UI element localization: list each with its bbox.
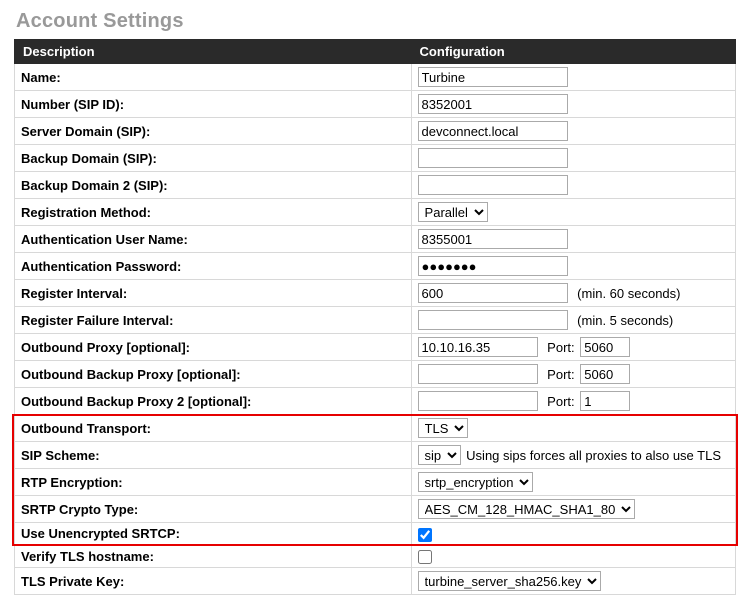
out-backup-proxy2-port-input[interactable] [580,391,630,411]
label-reg-fail-interval: Register Failure Interval: [15,307,412,334]
reg-interval-input[interactable] [418,283,568,303]
label-number: Number (SIP ID): [15,91,412,118]
out-proxy-input[interactable] [418,337,538,357]
port-label: Port: [547,367,574,382]
row-sip-scheme: SIP Scheme: sip Using sips forces all pr… [15,442,736,469]
auth-user-input[interactable] [418,229,568,249]
row-tls-key: TLS Private Key: turbine_server_sha256.k… [15,568,736,595]
label-backup-domain2: Backup Domain 2 (SIP): [15,172,412,199]
reg-fail-interval-hint: (min. 5 seconds) [577,313,673,328]
port-label: Port: [547,340,574,355]
label-auth-pass: Authentication Password: [15,253,412,280]
port-label: Port: [547,394,574,409]
name-input[interactable] [418,67,568,87]
out-backup-proxy-port-input[interactable] [580,364,630,384]
label-srtp-crypto: SRTP Crypto Type: [15,496,412,523]
row-reg-method: Registration Method: Parallel [15,199,736,226]
verify-tls-checkbox[interactable] [418,550,432,564]
reg-interval-hint: (min. 60 seconds) [577,286,680,301]
sip-scheme-hint: Using sips forces all proxies to also us… [466,448,721,463]
label-verify-tls: Verify TLS hostname: [15,545,412,568]
label-tls-key: TLS Private Key: [15,568,412,595]
label-reg-interval: Register Interval: [15,280,412,307]
row-name: Name: [15,64,736,91]
reg-method-select[interactable]: Parallel [418,202,488,222]
label-rtp-enc: RTP Encryption: [15,469,412,496]
page-title: Account Settings [16,10,736,33]
row-out-backup-proxy: Outbound Backup Proxy [optional]: Port: [15,361,736,388]
row-verify-tls: Verify TLS hostname: [15,545,736,568]
sip-scheme-select[interactable]: sip [418,445,461,465]
header-description: Description [15,40,412,64]
out-backup-proxy-input[interactable] [418,364,538,384]
row-out-proxy: Outbound Proxy [optional]: Port: [15,334,736,361]
row-srtp-crypto: SRTP Crypto Type: AES_CM_128_HMAC_SHA1_8… [15,496,736,523]
tls-key-select[interactable]: turbine_server_sha256.key [418,571,601,591]
label-out-backup-proxy: Outbound Backup Proxy [optional]: [15,361,412,388]
srtp-crypto-select[interactable]: AES_CM_128_HMAC_SHA1_80 [418,499,635,519]
label-out-backup-proxy2: Outbound Backup Proxy 2 [optional]: [15,388,412,415]
label-auth-user: Authentication User Name: [15,226,412,253]
row-rtp-enc: RTP Encryption: srtp_encryption [15,469,736,496]
label-server-domain: Server Domain (SIP): [15,118,412,145]
label-name: Name: [15,64,412,91]
label-sip-scheme: SIP Scheme: [15,442,412,469]
row-backup-domain2: Backup Domain 2 (SIP): [15,172,736,199]
row-auth-user: Authentication User Name: [15,226,736,253]
auth-pass-input[interactable] [418,256,568,276]
server-domain-input[interactable] [418,121,568,141]
label-out-transport: Outbound Transport: [15,415,412,442]
row-backup-domain: Backup Domain (SIP): [15,145,736,172]
number-input[interactable] [418,94,568,114]
row-unenc-srtcp: Use Unencrypted SRTCP: [15,523,736,546]
row-auth-pass: Authentication Password: [15,253,736,280]
row-number: Number (SIP ID): [15,91,736,118]
backup-domain2-input[interactable] [418,175,568,195]
label-backup-domain: Backup Domain (SIP): [15,145,412,172]
reg-fail-interval-input[interactable] [418,310,568,330]
row-out-backup-proxy2: Outbound Backup Proxy 2 [optional]: Port… [15,388,736,415]
label-out-proxy: Outbound Proxy [optional]: [15,334,412,361]
label-reg-method: Registration Method: [15,199,412,226]
backup-domain-input[interactable] [418,148,568,168]
label-unenc-srtcp: Use Unencrypted SRTCP: [15,523,412,546]
row-server-domain: Server Domain (SIP): [15,118,736,145]
out-proxy-port-input[interactable] [580,337,630,357]
out-backup-proxy2-input[interactable] [418,391,538,411]
out-transport-select[interactable]: TLS [418,418,468,438]
row-reg-interval: Register Interval: (min. 60 seconds) [15,280,736,307]
row-out-transport: Outbound Transport: TLS [15,415,736,442]
row-reg-fail-interval: Register Failure Interval: (min. 5 secon… [15,307,736,334]
header-configuration: Configuration [411,40,735,64]
settings-table: Description Configuration Name: Number (… [14,39,736,595]
rtp-enc-select[interactable]: srtp_encryption [418,472,533,492]
